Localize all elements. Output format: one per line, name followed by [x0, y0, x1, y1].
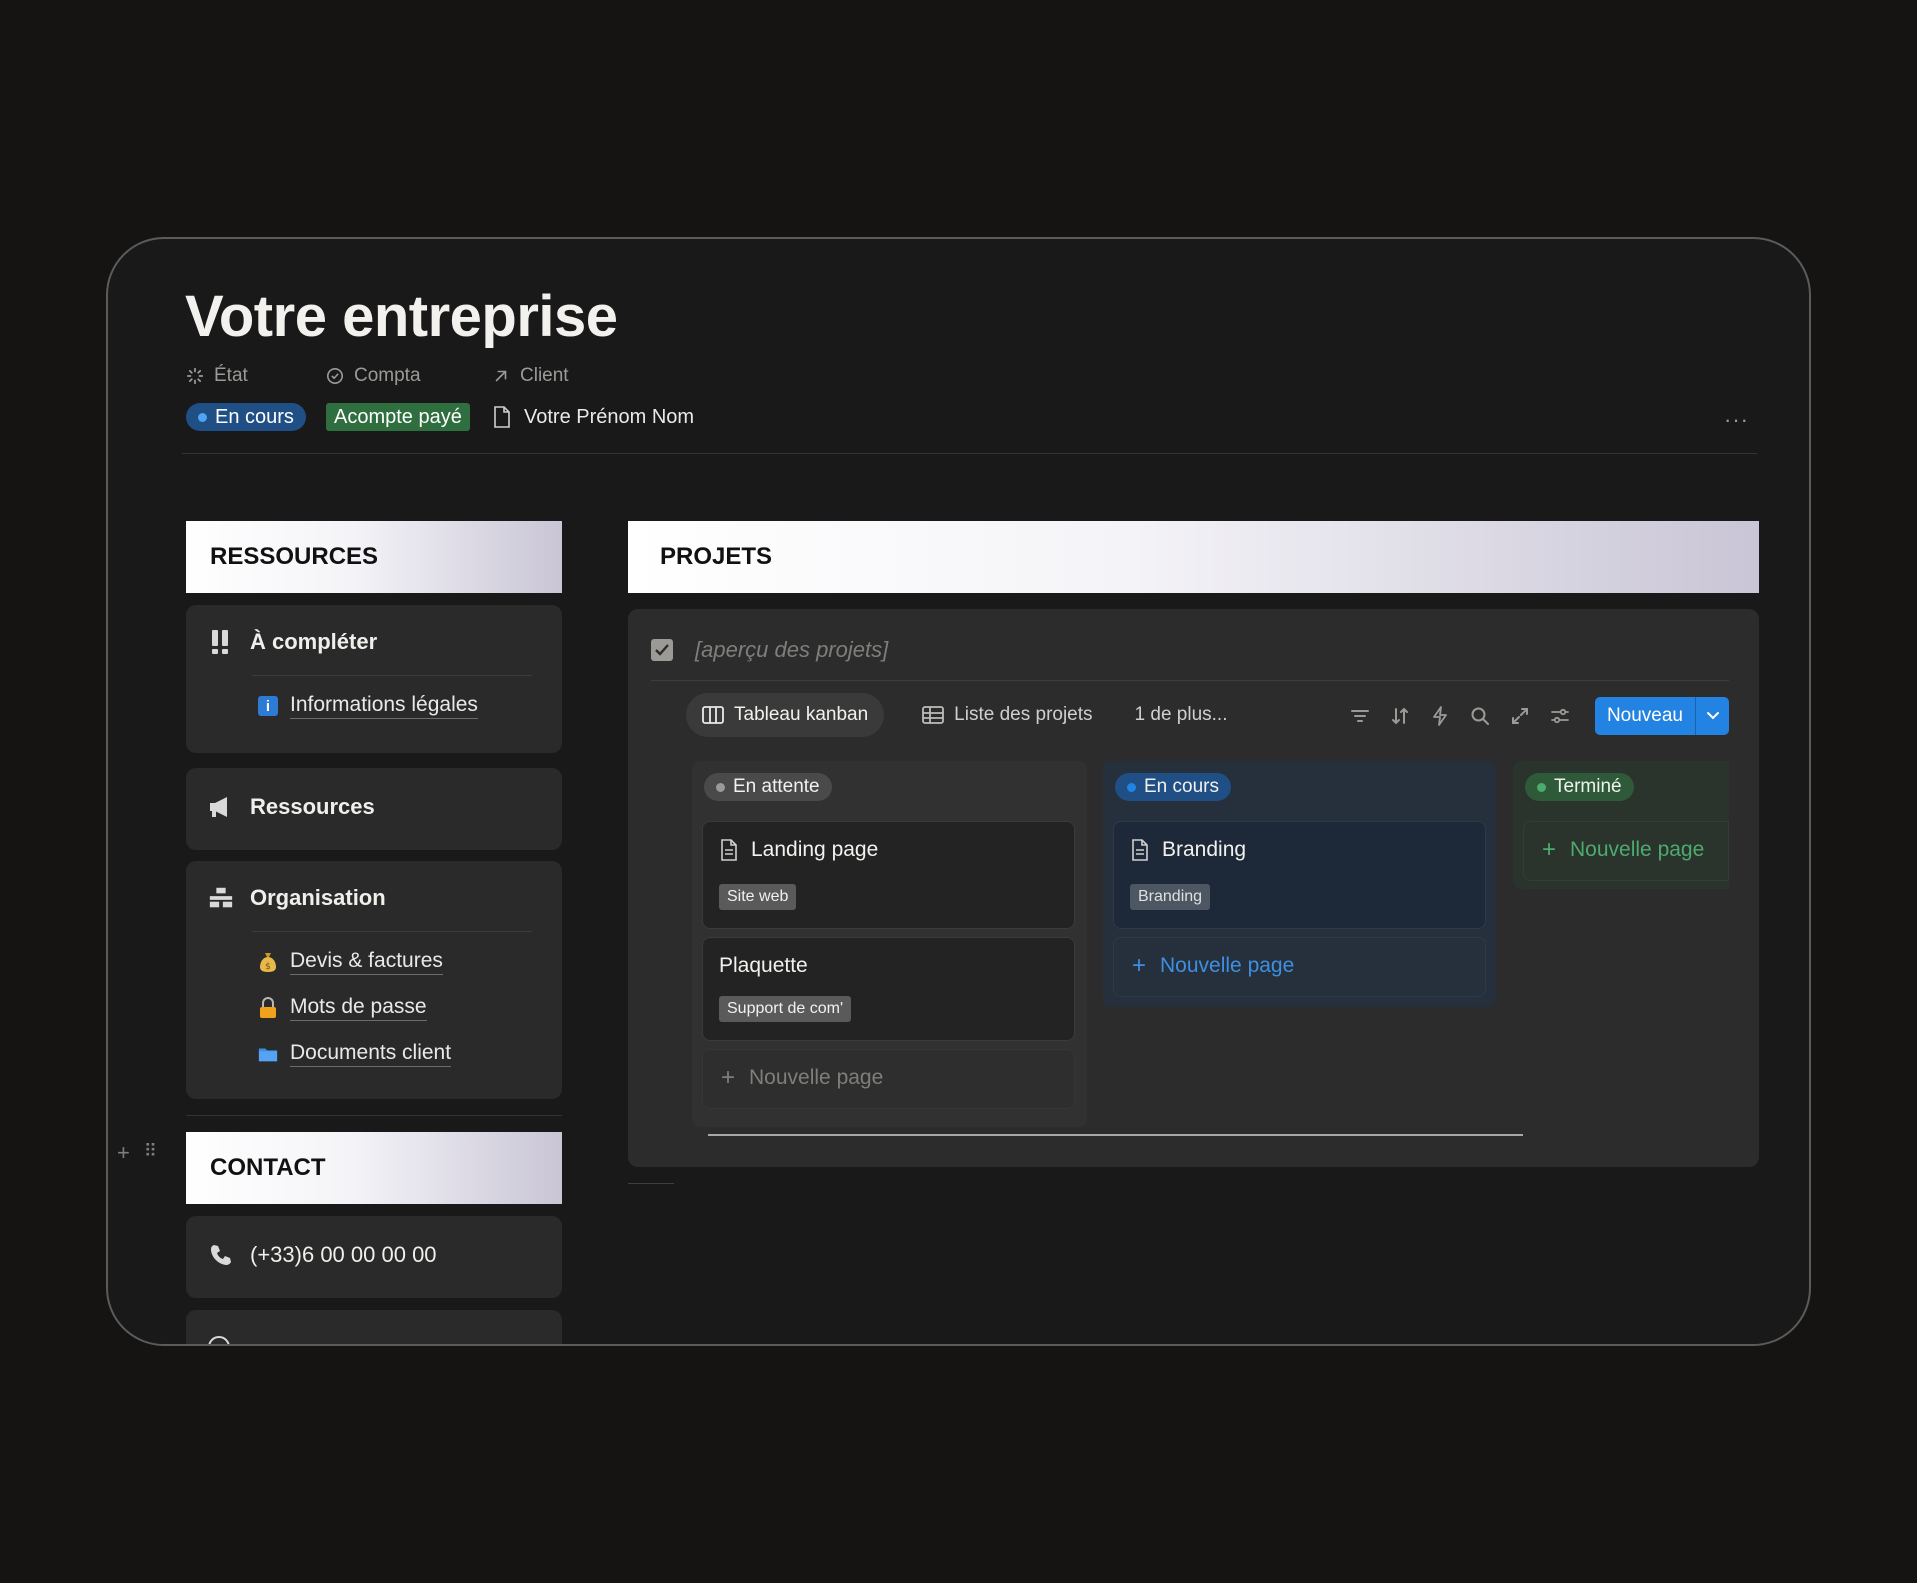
view-toolbar: Nouveau [1349, 697, 1729, 735]
automation-bolt-icon[interactable] [1429, 705, 1451, 727]
client-link[interactable]: Votre Prénom Nom [492, 403, 694, 431]
kanban-card-plaquette[interactable]: Plaquette Support de com' [702, 937, 1075, 1041]
block-handles[interactable]: + ⠿ [117, 1140, 157, 1166]
phone-card: (+33)6 00 00 00 00 [186, 1216, 562, 1298]
new-entry-button-group: Nouveau [1594, 697, 1729, 735]
ressources-link[interactable]: Ressources [208, 794, 375, 820]
tab-liste-des-projets[interactable]: Liste des projets [906, 693, 1108, 737]
divider [651, 680, 1729, 681]
page-icon [494, 406, 510, 428]
phone-row[interactable]: (+33)6 00 00 00 00 [208, 1242, 437, 1268]
a-completer-heading[interactable]: À compléter [208, 629, 377, 655]
ressources-header: RESSOURCES [186, 521, 562, 593]
page-icon [721, 839, 737, 861]
more-options-button[interactable]: ··· [1724, 407, 1749, 433]
compta-badge[interactable]: Acompte payé [326, 403, 470, 431]
property-compta-label: Compta [326, 365, 421, 387]
apercu-checkbox[interactable] [651, 639, 673, 661]
a-completer-card: À compléter i Informations légales [186, 605, 562, 753]
new-page-button[interactable]: + Nouvelle page [1113, 937, 1486, 997]
property-client-label: Client [492, 365, 569, 387]
view-tabs: Tableau kanban Liste des projets 1 de pl… [686, 693, 1231, 737]
arrow-up-right-icon [495, 370, 507, 382]
organisation-icon [208, 885, 234, 911]
contact-header: CONTACT [186, 1132, 562, 1204]
property-etat-label: État [186, 365, 248, 387]
app-window: Votre entreprise État Compta Client En c… [106, 237, 1811, 1346]
circle-check-icon [326, 367, 344, 385]
add-block-icon[interactable]: + [117, 1140, 130, 1166]
expand-icon[interactable] [1509, 705, 1531, 727]
megaphone-icon [208, 794, 234, 820]
svg-text:$: $ [265, 962, 271, 972]
card-title: Landing page [719, 838, 878, 862]
horizontal-scrollbar[interactable] [708, 1134, 1523, 1136]
card-title: Plaquette [719, 954, 808, 977]
divider [252, 675, 532, 676]
sort-icon[interactable] [1389, 705, 1411, 727]
link-devis-factures[interactable]: $ Devis & factures [258, 949, 443, 975]
new-page-button[interactable]: + Nouvelle page [702, 1049, 1075, 1109]
kanban-column-en-attente: En attente Landing page Site web Plaquet… [692, 761, 1087, 1127]
status-dot [1127, 782, 1136, 792]
filter-icon[interactable] [1349, 705, 1371, 727]
money-bag-icon: $ [258, 951, 278, 973]
new-page-label: + Nouvelle page [1132, 952, 1295, 979]
organisation-card: Organisation $ Devis & factures Mots de … [186, 861, 562, 1099]
status-dot [716, 782, 725, 792]
status-badge-en-cours[interactable]: En cours [186, 403, 306, 431]
chevron-down-icon [1706, 712, 1719, 720]
page-icon [1132, 839, 1148, 861]
search-icon[interactable] [1469, 705, 1491, 727]
kanban-card-branding[interactable]: Branding Branding [1113, 821, 1486, 929]
tag-badge: Branding [1130, 884, 1211, 910]
tab-more-views[interactable]: 1 de plus... [1131, 693, 1232, 737]
new-entry-button[interactable]: Nouveau [1594, 697, 1695, 735]
drag-handle-icon[interactable]: ⠿ [144, 1140, 157, 1166]
projets-header: PROJETS [628, 521, 1759, 593]
link-mots-de-passe[interactable]: Mots de passe [258, 995, 427, 1021]
status-dot [198, 412, 207, 422]
organisation-heading[interactable]: Organisation [208, 885, 386, 911]
column-status-badge[interactable]: En cours [1115, 773, 1231, 801]
settings-sliders-icon[interactable] [1549, 705, 1571, 727]
status-spinner-icon [186, 367, 204, 385]
contact-card-partial [186, 1310, 562, 1344]
column-status-badge[interactable]: Terminé [1525, 773, 1634, 801]
card-title: Branding [1130, 838, 1246, 862]
apercu-toggle-label[interactable]: [aperçu des projets] [695, 637, 888, 663]
projets-panel: [aperçu des projets] Tableau kanban List… [628, 609, 1759, 1167]
divider [186, 1115, 562, 1116]
info-icon: i [258, 696, 278, 716]
new-page-button[interactable]: + Nouvelle page [1523, 821, 1729, 881]
ressources-card[interactable]: Ressources [186, 768, 562, 850]
page-title: Votre entreprise [185, 284, 618, 349]
status-dot [1537, 782, 1546, 792]
link-documents-client[interactable]: Documents client [258, 1041, 452, 1067]
tag-badge: Support de com' [719, 996, 852, 1022]
plus-icon: + [721, 1064, 736, 1091]
kanban-card-landing-page[interactable]: Landing page Site web [702, 821, 1075, 929]
tag-badge: Site web [719, 884, 797, 910]
phone-icon [208, 1242, 234, 1268]
divider [182, 453, 1757, 454]
lock-icon [258, 997, 278, 1019]
divider [628, 1183, 674, 1184]
double-exclamation-icon [208, 629, 234, 655]
tab-tableau-kanban[interactable]: Tableau kanban [686, 693, 885, 737]
new-entry-dropdown[interactable] [1695, 697, 1729, 735]
new-page-label: + Nouvelle page [721, 1064, 884, 1091]
plus-icon: + [1542, 836, 1557, 863]
folder-icon [258, 1043, 278, 1065]
divider [252, 931, 532, 932]
plus-icon: + [1132, 952, 1147, 979]
contact-secondary-icon [208, 1336, 230, 1344]
column-status-badge[interactable]: En attente [704, 773, 832, 801]
table-icon [922, 706, 945, 724]
link-informations-legales[interactable]: i Informations légales [258, 693, 478, 719]
kanban-column-termine: Terminé + Nouvelle page [1513, 761, 1729, 889]
kanban-column-en-cours: En cours Branding Branding + Nouvelle pa… [1103, 761, 1496, 1007]
board-icon [702, 706, 724, 724]
new-page-label: + Nouvelle page [1542, 836, 1705, 863]
